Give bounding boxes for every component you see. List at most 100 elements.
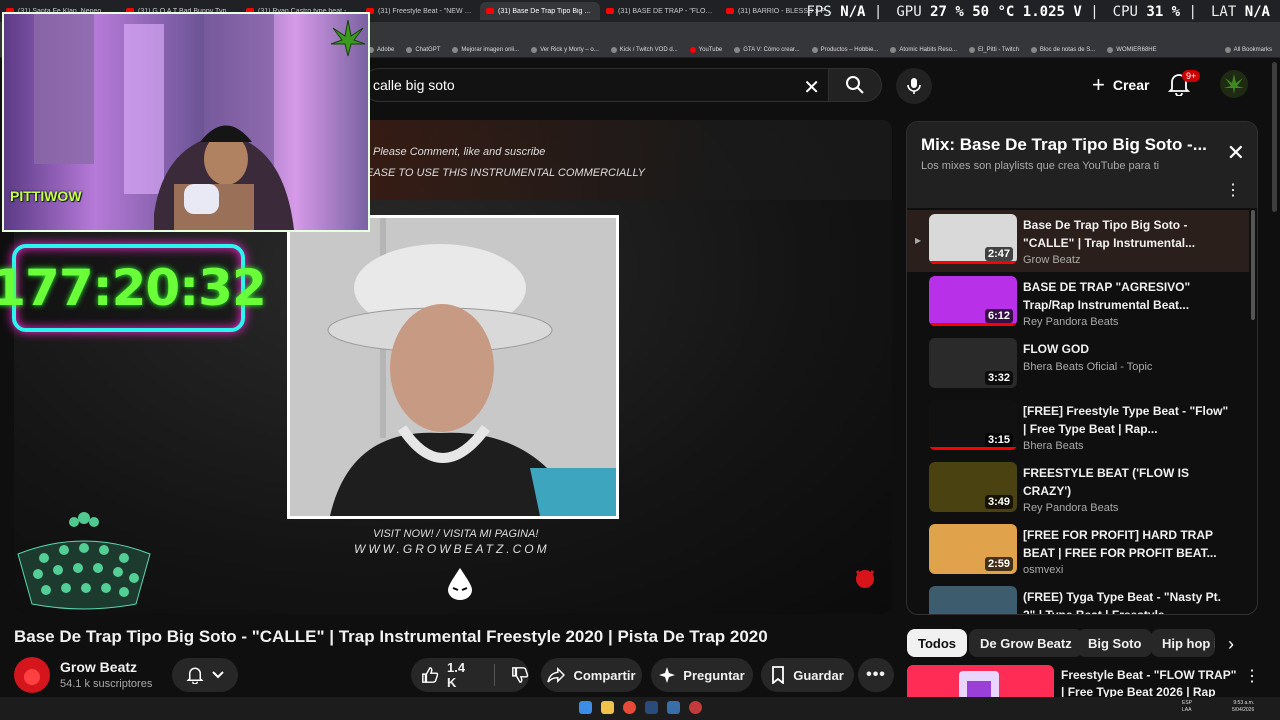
bookmark-item[interactable]: Adobe: [368, 46, 394, 53]
mix-item-thumbnail[interactable]: 3:32: [929, 338, 1017, 388]
browser-tab[interactable]: (31) BASE DE TRAP - "FLOW G...: [600, 2, 720, 20]
bookmark-item[interactable]: Atomic Habits Reso...: [890, 46, 957, 53]
thumbs-down-icon[interactable]: [511, 666, 529, 684]
bookmark-item[interactable]: WOMIER68HE: [1107, 46, 1157, 53]
cpu-stat: CPU 31 % |: [1112, 4, 1197, 20]
mix-scrollbar[interactable]: [1251, 210, 1255, 320]
mix-item[interactable]: 2:59 [FREE FOR PROFIT] HARD TRAP BEAT | F…: [907, 520, 1249, 582]
mix-item-title: FLOW GOD: [1023, 342, 1089, 356]
app-icon[interactable]: [667, 701, 680, 714]
microphone-icon: [907, 78, 921, 94]
youtube-icon: [486, 8, 494, 14]
plus-icon: +: [1092, 72, 1105, 97]
mix-item[interactable]: 3:49 FREESTYLE BEAT ('FLOW IS CRAZY') Rey …: [907, 458, 1249, 520]
system-clock[interactable]: 9:53 a.m. 5/04/2026: [1232, 700, 1254, 714]
create-label: Crear: [1112, 77, 1150, 93]
all-bookmarks[interactable]: All Bookmarks: [1224, 46, 1272, 53]
chip-channel[interactable]: De Grow Beatz: [969, 629, 1083, 657]
mix-item-thumbnail[interactable]: 3:38: [929, 586, 1017, 614]
search-icon: [846, 76, 864, 94]
lat-stat: LAT N/A: [1210, 4, 1270, 20]
mix-subtitle: Los mixes son playlists que crea YouTube…: [921, 160, 1160, 172]
app-icon[interactable]: [689, 701, 702, 714]
browser-tab[interactable]: (31) Freestyle Beat - "NEW WA...: [360, 2, 480, 20]
mix-item[interactable]: 3:32 FLOW GOD Bhera Beats Oficial - Topic: [907, 334, 1249, 396]
thumbs-up-icon: [422, 667, 439, 683]
leaf-icon: [1224, 74, 1244, 94]
bookmark-item[interactable]: El_Pitti - Twitch: [969, 46, 1019, 53]
bookmark-icon: [1107, 46, 1114, 53]
share-button[interactable]: Compartir: [541, 658, 642, 692]
chip-genre[interactable]: Hip hop i: [1151, 629, 1215, 657]
mix-title[interactable]: Mix: Base De Trap Tipo Big Soto -...: [921, 135, 1207, 155]
video-overlay-website: WWW.GROWBEATZ.COM: [354, 542, 550, 556]
more-actions-button[interactable]: •••: [858, 658, 894, 692]
bookmark-icon: [969, 46, 975, 53]
save-button[interactable]: Guardar: [761, 658, 854, 692]
streamer-logo-text: PITTIWOW: [10, 188, 82, 204]
chrome-icon[interactable]: [623, 701, 636, 714]
mix-item[interactable]: 3:15 [FREE] Freestyle Type Beat - "Flow" …: [907, 396, 1249, 458]
bookmark-item[interactable]: Productos – Hobbie...: [811, 46, 878, 53]
mix-header: Mix: Base De Trap Tipo Big Soto -... Los…: [907, 122, 1257, 208]
tab-label: (31) Base De Trap Tipo Big ...: [498, 7, 591, 15]
bookmark-item[interactable]: Kick / Twitch VOD d...: [610, 46, 678, 53]
more-vertical-icon[interactable]: ⋮: [1244, 666, 1260, 686]
channel-name[interactable]: Grow Beatz: [60, 659, 137, 675]
windows-start-icon[interactable]: [579, 701, 592, 714]
mix-item-channel: Bhera Beats: [1023, 440, 1084, 452]
search-button[interactable]: [828, 68, 882, 102]
bookmark-item[interactable]: Mejorar imagen onli...: [452, 46, 519, 53]
mix-item-thumbnail[interactable]: 2:59: [929, 524, 1017, 574]
mix-item-thumbnail[interactable]: 2:47: [929, 214, 1017, 264]
artist-illustration: [290, 218, 616, 516]
search-query[interactable]: calle big soto: [373, 77, 455, 93]
mix-item-duration: 2:47: [984, 247, 1013, 261]
devil-logo-icon: [24, 669, 40, 685]
bell-icon: [186, 667, 204, 684]
video-title: Base De Trap Tipo Big Soto - "CALLE" | T…: [14, 627, 768, 646]
bookmark-item[interactable]: GTA V: Cómo crear...: [734, 46, 800, 53]
search-input[interactable]: calle big soto ✕: [362, 68, 828, 102]
mix-item-duration: 3:32: [984, 371, 1013, 385]
steam-icon[interactable]: [645, 701, 658, 714]
tab-label: (31) BASE DE TRAP - "FLOW G...: [618, 7, 714, 15]
windows-taskbar: [0, 697, 1280, 720]
bookmark-item[interactable]: ChatGPT: [406, 46, 440, 53]
bookmark-item[interactable]: Ver Rick y Morty – o...: [531, 46, 599, 53]
bookmark-item[interactable]: Bloc de notas de S...: [1030, 46, 1095, 53]
clear-search-icon[interactable]: ✕: [803, 75, 820, 100]
language-indicator[interactable]: ESP LAA: [1182, 700, 1192, 714]
bookmark-icon: [531, 46, 538, 53]
like-dislike-group: 1.4 K: [411, 658, 529, 692]
mix-item-thumbnail[interactable]: 6:12: [929, 276, 1017, 326]
chip-all[interactable]: Todos: [907, 629, 968, 657]
like-button[interactable]: 1.4 K: [421, 660, 478, 690]
close-icon[interactable]: ✕: [1227, 140, 1245, 166]
voice-search-button[interactable]: [896, 68, 932, 104]
subscriber-count: 54.1 k suscriptores: [60, 678, 153, 690]
file-explorer-icon[interactable]: [601, 701, 614, 714]
account-avatar[interactable]: [1220, 70, 1248, 98]
ask-button[interactable]: Preguntar: [651, 658, 753, 692]
chip-artist[interactable]: Big Soto: [1077, 629, 1153, 657]
fps-stat: FPS N/A |: [806, 4, 883, 20]
bookmark-item[interactable]: YouTube: [689, 46, 722, 53]
mix-item-thumbnail[interactable]: 3:49: [929, 462, 1017, 512]
subscription-notifications-button[interactable]: [172, 658, 238, 692]
mix-item[interactable]: 3:38(FREE) Tyga Type Beat - "Nasty Pt. 2…: [907, 582, 1249, 614]
mix-item[interactable]: ▶ 2:47 Base De Trap Tipo Big Soto - "CALLE…: [907, 210, 1249, 272]
more-vertical-icon[interactable]: ⋮: [1225, 180, 1241, 200]
mix-item-duration: 3:49: [984, 495, 1013, 509]
watch-progress-bar: [929, 261, 1017, 264]
mix-item-title: BASE DE TRAP "AGRESIVO" Trap/Rap Instrum…: [1023, 280, 1191, 312]
notifications-badge: 9+: [1182, 70, 1201, 82]
stream-timer: 177:20:32: [0, 244, 267, 332]
mix-item-thumbnail[interactable]: 3:15: [929, 400, 1017, 450]
channel-avatar[interactable]: [14, 657, 50, 693]
chevron-right-icon[interactable]: ›: [1228, 634, 1234, 655]
page-scrollbar[interactable]: [1272, 62, 1277, 212]
create-button[interactable]: + Crear: [1080, 70, 1161, 100]
mix-item[interactable]: 6:12 BASE DE TRAP "AGRESIVO" Trap/Rap Ins…: [907, 272, 1249, 334]
browser-tab-active[interactable]: (31) Base De Trap Tipo Big ...: [480, 2, 600, 20]
